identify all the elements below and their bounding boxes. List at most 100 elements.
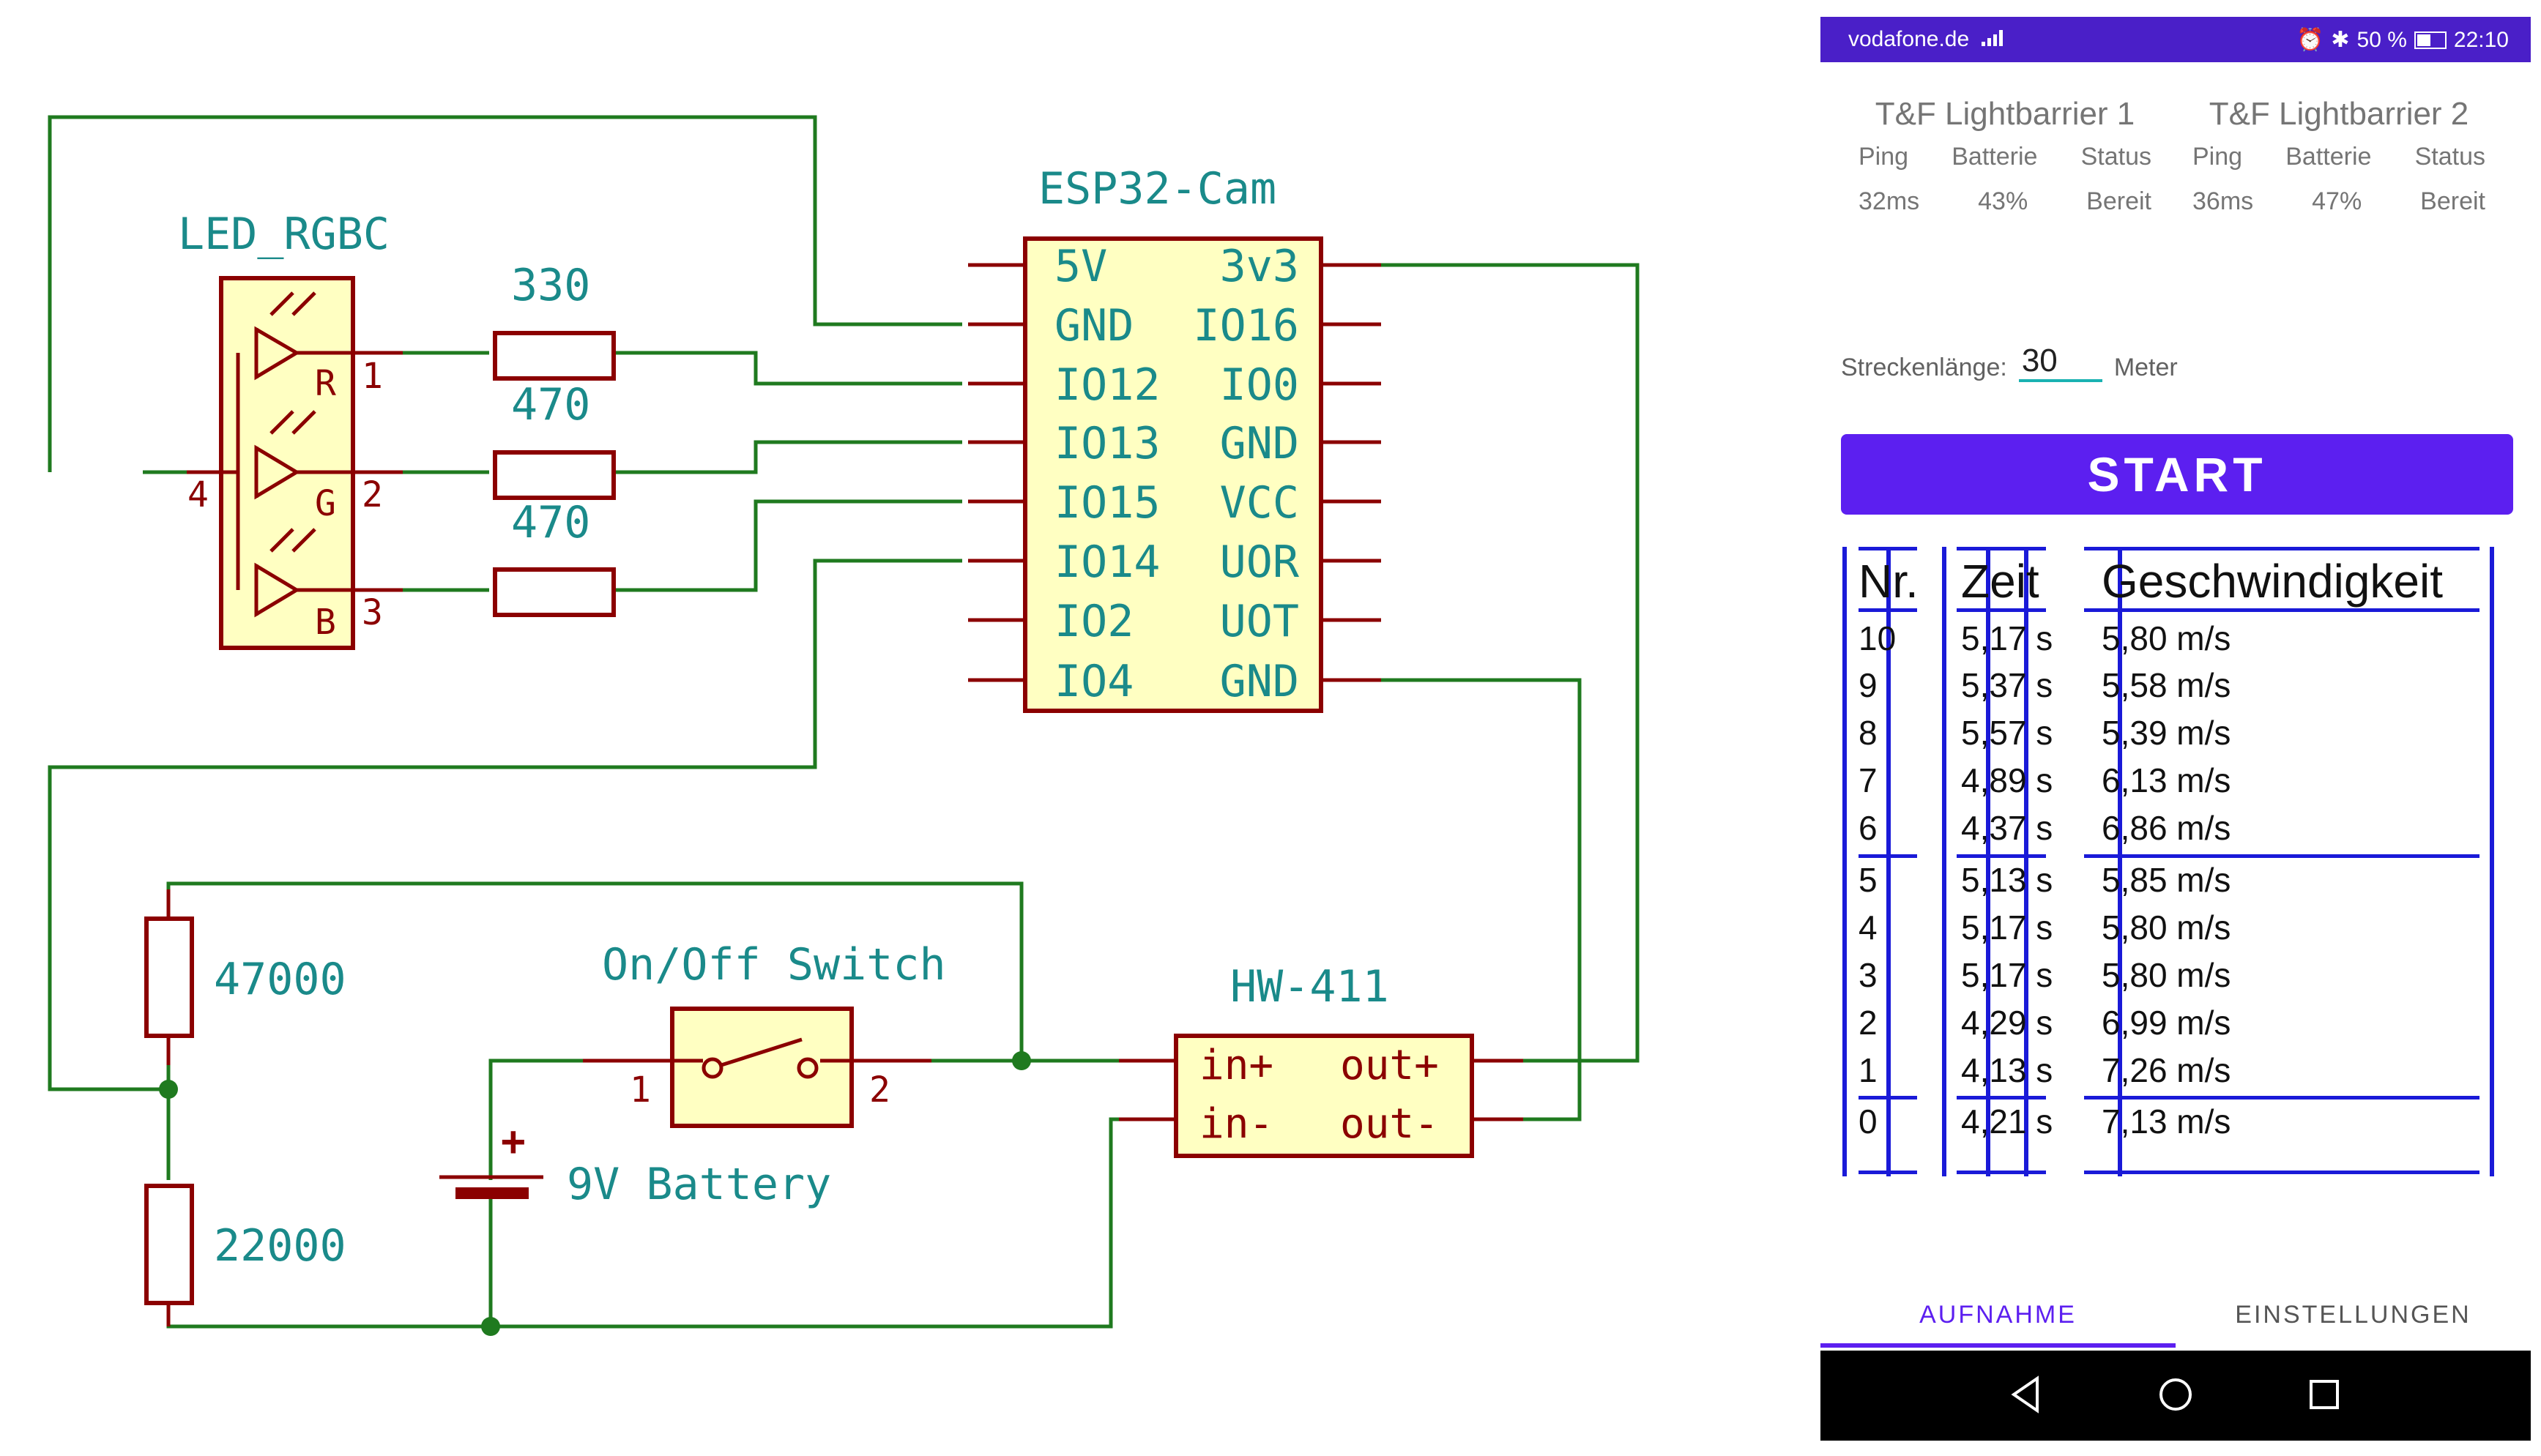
battery-icon	[2414, 31, 2447, 49]
table-cell: 8	[1859, 714, 1878, 752]
lb2-status: Bereit	[2420, 187, 2485, 215]
battery-percent: 50 %	[2356, 27, 2407, 52]
table-line	[2084, 1171, 2479, 1174]
lb2-header-status: Status	[2414, 143, 2485, 171]
esp32-pin-vcc: VCC	[1220, 477, 1299, 529]
led-pin-2: 2	[362, 474, 383, 515]
table-cell: 5,17 s	[1961, 619, 2053, 657]
recents-icon[interactable]	[2301, 1371, 2348, 1418]
resistor-330: 330	[493, 260, 616, 381]
esp32-pin-io2: IO2	[1054, 596, 1134, 647]
table-line	[2084, 608, 2479, 612]
resistor-47000: 47000	[144, 889, 346, 1065]
table-cell: 5,17 s	[1961, 908, 2053, 947]
table-line	[1957, 1096, 2046, 1100]
lb1-battery: 43%	[1978, 187, 2028, 215]
phone-app: vodafone.de ⏰ ✱ 50 % 22:10 T&F Lightbarr…	[1820, 17, 2531, 1441]
hw411-in-plus: in+	[1199, 1042, 1273, 1089]
hw411-converter: HW-411 in+ in- out+ out-	[1119, 961, 1523, 1158]
android-nav-bar	[1820, 1351, 2531, 1441]
tab-aufnahme[interactable]: AUFNAHME	[1820, 1283, 2176, 1346]
table-line	[2084, 854, 2479, 858]
esp32-pin-3v3: 3v3	[1220, 241, 1299, 292]
esp32-label: ESP32-Cam	[1038, 163, 1276, 214]
circuit-schematic: LED_RGBC R G B 1 2 3 4 330 470 470 ESP32…	[48, 115, 1640, 1336]
esp32-cam: ESP32-Cam 5V GND IO12 IO13 IO15 IO14 IO2 IO4 3v…	[968, 163, 1381, 713]
lb1-header-status: Status	[2080, 143, 2151, 171]
led-pin-3: 3	[362, 592, 383, 633]
lb2-ping: 36ms	[2192, 187, 2254, 215]
esp32-pin-io14: IO14	[1054, 537, 1161, 588]
battery-9v: + 9V Battery	[439, 1118, 831, 1210]
table-cell: 4,13 s	[1961, 1051, 2053, 1089]
lb1-status: Bereit	[2086, 187, 2151, 215]
table-header-0: Nr.	[1859, 555, 1919, 608]
lb2-battery: 47%	[2312, 187, 2362, 215]
resistor-470-g: 470	[493, 379, 616, 500]
esp32-pin-io4: IO4	[1054, 656, 1134, 707]
svg-text:470: 470	[511, 497, 590, 548]
led-pin-1: 1	[362, 356, 383, 397]
lightbarrier-2-panel: T&F Lightbarrier 2 Ping Batterie Status …	[2185, 96, 2493, 216]
resistor-22000: 22000	[144, 1184, 346, 1326]
track-length-label: Streckenlänge:	[1841, 354, 2007, 381]
lightbarrier-2-title: T&F Lightbarrier 2	[2209, 96, 2469, 132]
table-line	[1859, 547, 1917, 550]
table-header-2: Geschwindigkeit	[2102, 555, 2443, 608]
esp32-pin-uor: UOR	[1220, 537, 1300, 588]
table-cell: 5,80 m/s	[2102, 619, 2231, 657]
esp32-pin-uot: UOT	[1220, 596, 1299, 647]
esp32-pin-io0: IO0	[1220, 359, 1299, 411]
table-cell: 5,13 s	[1961, 861, 2053, 899]
alarm-icon: ⏰	[2296, 28, 2324, 52]
switch-label: On/Off Switch	[602, 939, 946, 990]
led-channel-b: B	[315, 602, 336, 643]
table-line	[2084, 1096, 2479, 1100]
table-cell: 2	[1859, 1004, 1878, 1042]
tab-bar: AUFNAHME EINSTELLUNGEN	[1820, 1283, 2531, 1348]
track-length-input[interactable]: 30	[2018, 343, 2102, 382]
table-cell: 5	[1859, 861, 1878, 899]
table-cell: 4,37 s	[1961, 809, 2053, 847]
table-cell: 5,39 m/s	[2102, 714, 2231, 752]
svg-text:22000: 22000	[214, 1220, 346, 1272]
active-tab-indicator	[1820, 1343, 2176, 1348]
esp32-pin-gnd: GND	[1054, 300, 1134, 351]
esp32-pin-io15: IO15	[1054, 477, 1161, 529]
table-cell: 9	[1859, 666, 1878, 704]
back-icon[interactable]	[2004, 1371, 2050, 1418]
status-bar: vodafone.de ⏰ ✱ 50 % 22:10	[1820, 17, 2531, 62]
table-line	[1859, 854, 1917, 858]
table-cell: 7	[1859, 761, 1878, 799]
table-cell: 5,80 m/s	[2102, 908, 2231, 947]
table-line	[1859, 1096, 1917, 1100]
hw411-out-plus: out+	[1340, 1042, 1439, 1089]
home-icon[interactable]	[2152, 1371, 2199, 1418]
hw411-out-minus: out-	[1340, 1100, 1439, 1148]
led-label: LED_RGBC	[178, 209, 390, 260]
table-line	[1957, 608, 2046, 612]
table-cell: 4,89 s	[1961, 761, 2053, 799]
table-cell: 5,85 m/s	[2102, 861, 2231, 899]
track-length-row: Streckenlänge: 30 Meter	[1841, 343, 2178, 382]
table-cell: 4,29 s	[1961, 1004, 2053, 1042]
start-button[interactable]: START	[1841, 434, 2513, 515]
svg-text:47000: 47000	[214, 954, 346, 1005]
hw411-label: HW-411	[1230, 961, 1389, 1012]
table-line	[1957, 854, 2046, 858]
hw411-in-minus: in-	[1199, 1100, 1273, 1148]
table-line	[2084, 547, 2479, 550]
esp32-pin-5v: 5V	[1054, 241, 1107, 292]
table-cell: 6,13 m/s	[2102, 761, 2231, 799]
tab-einstellungen[interactable]: EINSTELLUNGEN	[2176, 1283, 2531, 1346]
lightbarrier-1-panel: T&F Lightbarrier 1 Ping Batterie Status …	[1851, 96, 2159, 216]
on-off-switch: On/Off Switch 1 2	[583, 939, 946, 1128]
table-cell: 7,13 m/s	[2102, 1102, 2231, 1140]
esp32-pin-io12: IO12	[1054, 359, 1161, 411]
table-divider-vertical	[1942, 547, 1946, 1176]
track-length-unit: Meter	[2113, 354, 2178, 381]
led-channel-g: G	[315, 483, 336, 524]
resistor-470-b: 470	[493, 497, 616, 617]
table-cell: 5,37 s	[1961, 666, 2053, 704]
table-divider-vertical	[1842, 547, 1847, 1176]
